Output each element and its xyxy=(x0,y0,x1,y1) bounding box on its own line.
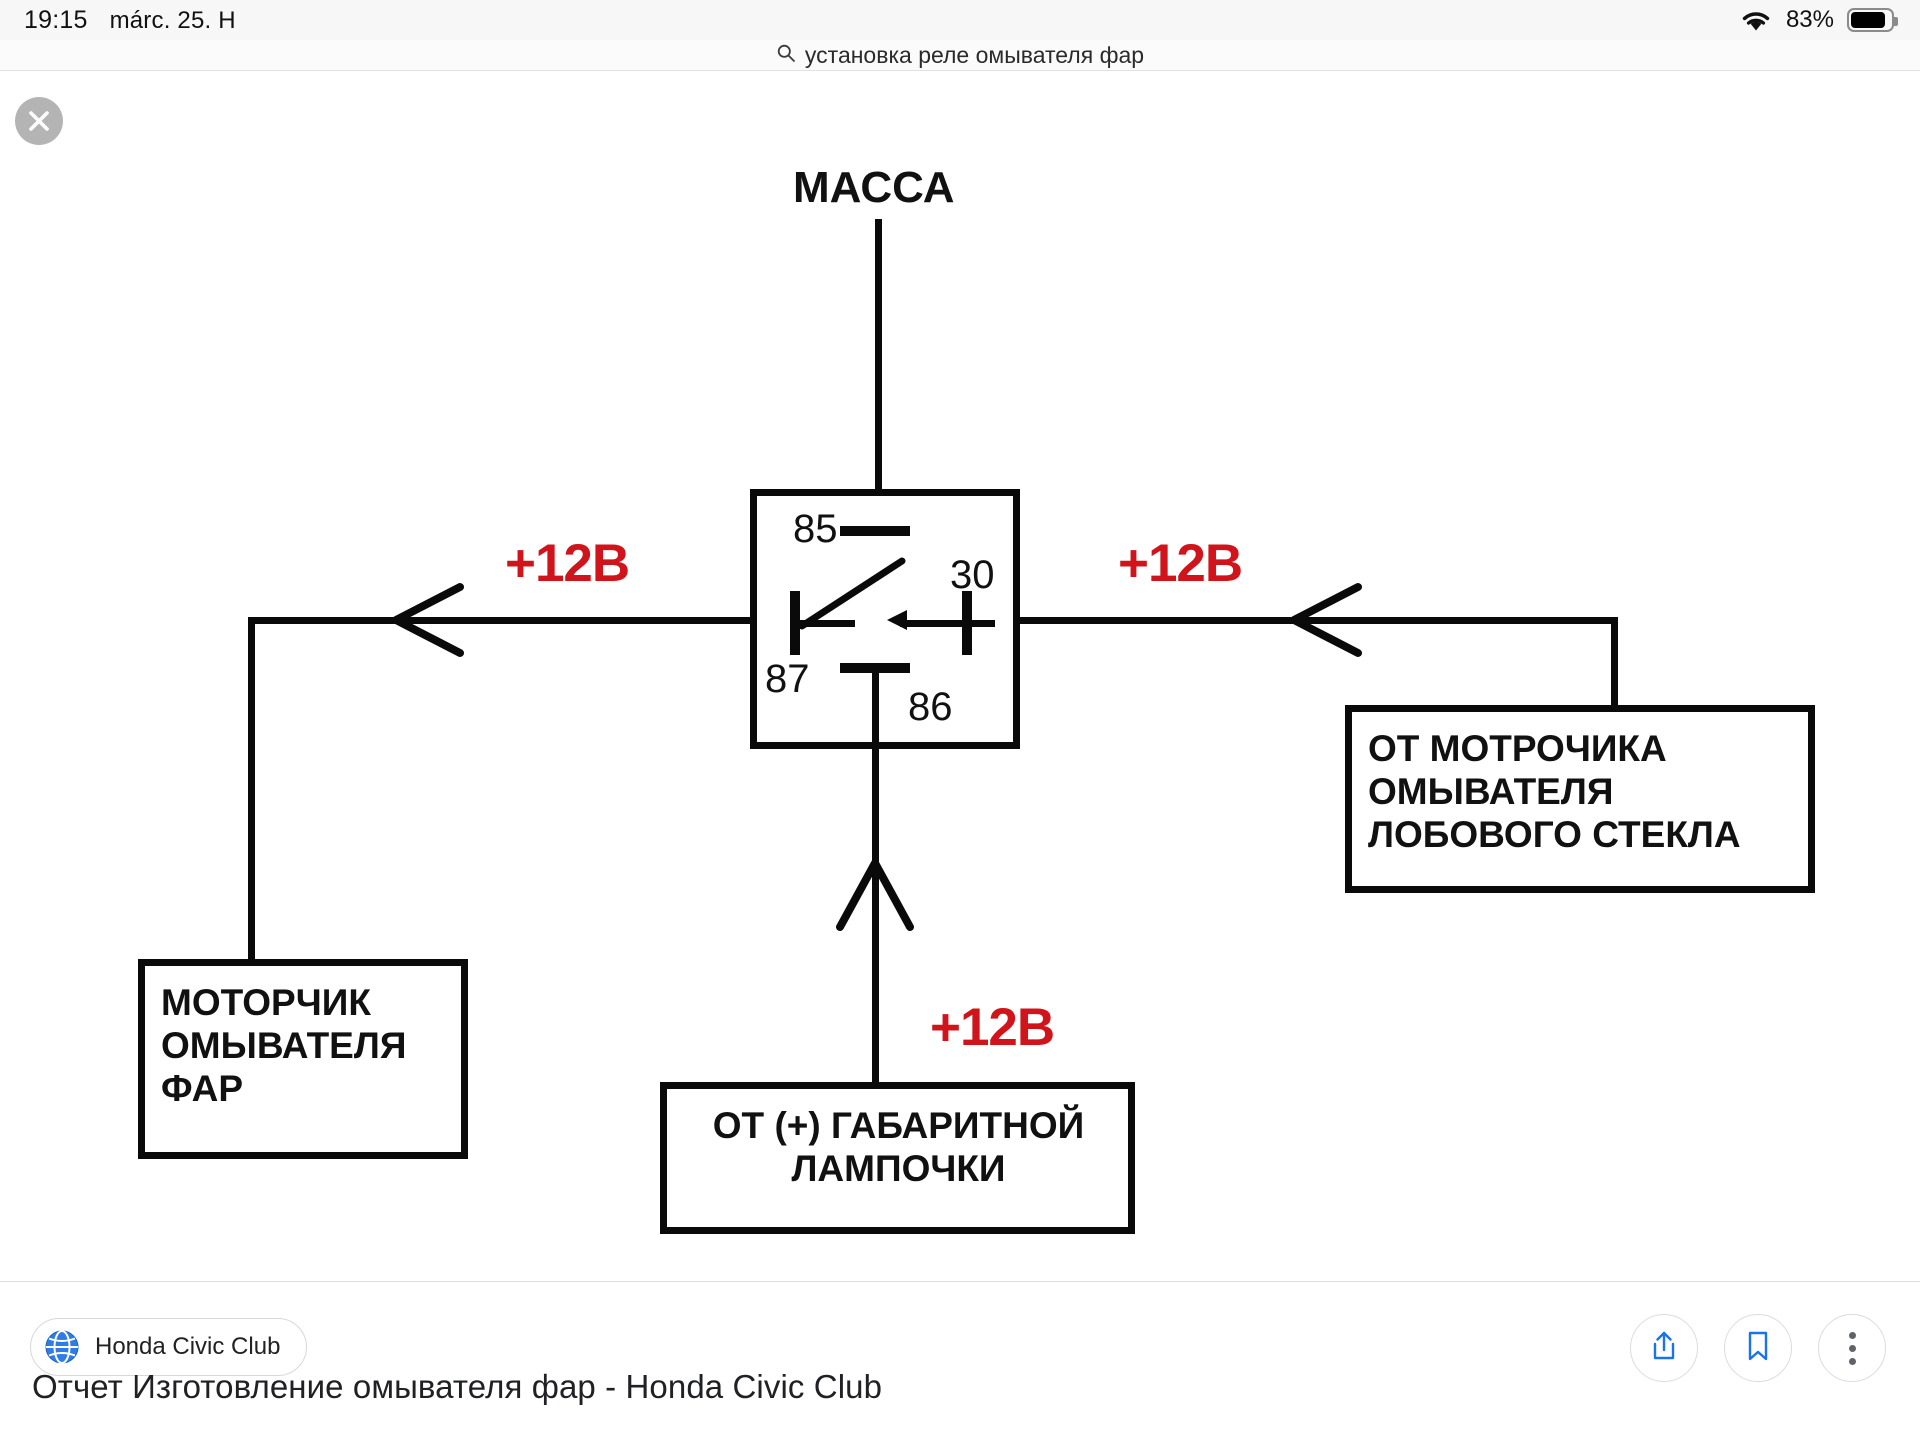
search-query-text: установка реле омывателя фар xyxy=(804,41,1145,68)
status-date: márc. 25. H xyxy=(109,6,236,34)
box-line: ЛАМПОЧКИ xyxy=(791,1147,1006,1189)
box-line: ОМЫВАТЕЛЯ xyxy=(161,1024,407,1066)
box-line: ОТ (+) ГАБАРИТНОЙ xyxy=(712,1105,1085,1146)
arrow-head-right xyxy=(1290,583,1362,657)
box-line: ОТ МОТРОЧИКА xyxy=(1368,728,1667,769)
wire-left-branch-horizontal xyxy=(248,617,753,624)
close-icon[interactable] xyxy=(15,97,63,145)
box-windshield-washer-motor: ОТ МОТРОЧИКА ОМЫВАТЕЛЯ ЛОБОВОГО СТЕКЛА xyxy=(1345,705,1815,893)
box-parking-lamp-positive: ОТ (+) ГАБАРИТНОЙ ЛАМПОЧКИ xyxy=(660,1082,1135,1234)
bottom-toolbar: Honda Civic Club xyxy=(0,1281,1920,1441)
arrow-head-left xyxy=(392,583,464,657)
page-title: Отчет Изготовление омывателя фар - Honda… xyxy=(32,1368,883,1405)
status-bar-left: 19:15 márc. 25. H xyxy=(24,6,236,35)
voltage-label-bottom: +12B xyxy=(930,998,1055,1057)
voltage-label-right: +12B xyxy=(1118,534,1243,593)
battery-percent: 83% xyxy=(1785,6,1834,33)
box-line: ЛОБОВОГО СТЕКЛА xyxy=(1368,813,1741,855)
ground-label: МАССА xyxy=(793,163,955,212)
arrow-head-bottom xyxy=(836,859,914,931)
share-icon xyxy=(1649,1330,1679,1367)
share-button[interactable] xyxy=(1630,1314,1698,1382)
battery-icon xyxy=(1847,8,1898,32)
box-line: ФАР xyxy=(161,1067,244,1109)
arrow-head-30-inner xyxy=(887,610,907,630)
box-line: ОМЫВАТЕЛЯ xyxy=(1368,770,1614,812)
wire-ground-to-relay xyxy=(875,219,882,495)
voltage-label-left: +12B xyxy=(505,534,630,593)
box-line: МОТОРЧИК xyxy=(161,982,371,1023)
wire-left-branch-vertical xyxy=(248,617,255,959)
bookmark-icon xyxy=(1745,1330,1771,1367)
wire-87-to-pivot xyxy=(795,620,855,627)
wifi-icon xyxy=(1739,7,1773,33)
image-viewer: МАССА 85 86 87 30 +12B МОТОРЧИК ОМЫВАТЕЛ… xyxy=(0,71,1920,1281)
search-bar[interactable]: установка реле омывателя фар xyxy=(0,40,1920,71)
status-bar-right: 83% xyxy=(1739,6,1898,34)
search-icon xyxy=(776,43,796,68)
more-vertical-icon xyxy=(1848,1331,1856,1365)
status-bar: 19:15 márc. 25. H 83% xyxy=(0,0,1920,40)
box-headlight-washer-motor: МОТОРЧИК ОМЫВАТЕЛЯ ФАР xyxy=(138,959,468,1159)
more-options-button[interactable] xyxy=(1818,1314,1886,1382)
bottom-action-group xyxy=(1630,1314,1886,1382)
search-chip[interactable]: установка реле омывателя фар xyxy=(776,42,1144,69)
bookmark-button[interactable] xyxy=(1724,1314,1792,1382)
status-time: 19:15 xyxy=(24,5,88,34)
source-name-label: Honda Civic Club xyxy=(95,1333,281,1360)
globe-icon xyxy=(43,1328,81,1366)
